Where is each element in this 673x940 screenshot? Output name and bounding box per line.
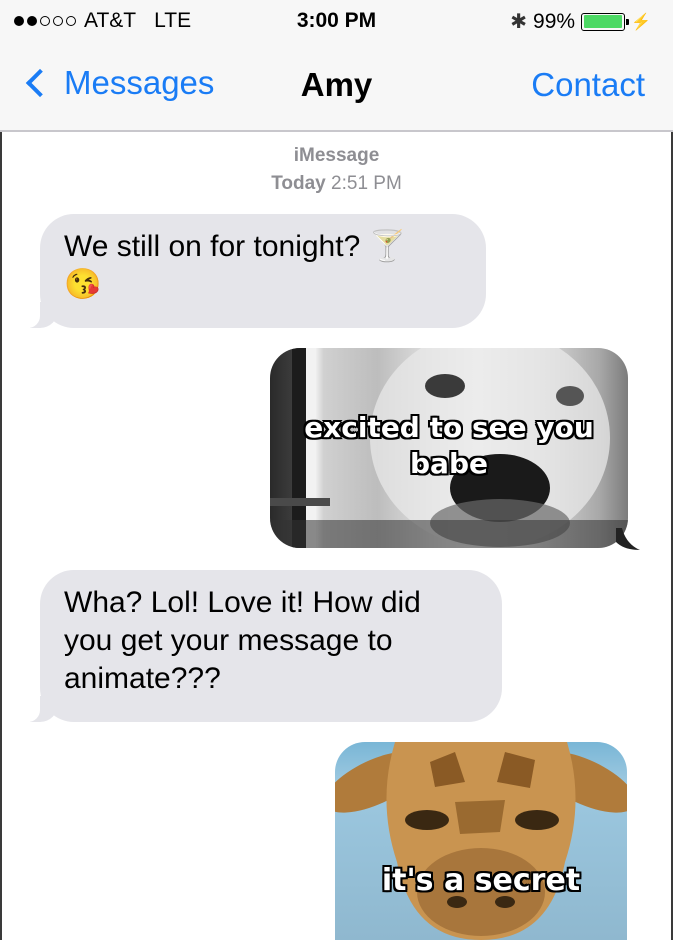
timestamp-time: 2:51 PM: [331, 173, 402, 194]
giraffe-image: [335, 742, 627, 940]
incoming-message-bubble[interactable]: Wha? Lol! Love it! How did you get your …: [20, 570, 502, 722]
outgoing-gif-bubble[interactable]: excited to see you babe: [270, 348, 628, 548]
outgoing-bubble-tail: [616, 528, 640, 550]
gif-caption: excited to see you babe: [270, 410, 628, 482]
service-label: iMessage: [293, 145, 380, 166]
kiss-emoji: 😘: [64, 268, 102, 301]
gif-caption: it's a secret: [381, 863, 581, 898]
battery-icon: [581, 12, 630, 31]
charging-bolt-icon: ⚡: [631, 13, 651, 31]
incoming-message-bubble[interactable]: We still on for tonight? 🍸 😘: [20, 214, 486, 328]
battery-fill: [583, 15, 623, 28]
navigation-bar: Messages Amy Contact: [0, 42, 673, 132]
frame-left-edge: [0, 0, 2, 940]
contact-button[interactable]: Contact: [531, 66, 645, 104]
gif-caption-line: excited to see you: [304, 411, 594, 444]
status-bar: AT&T LTE 3:00 PM ✱ 99% ⚡: [0, 0, 673, 42]
bluetooth-icon: ✱: [510, 11, 528, 33]
timestamp-day: Today: [271, 173, 326, 194]
battery-percent: 99%: [533, 9, 576, 33]
message-text: We still on for tonight? 🍸: [64, 230, 406, 263]
outgoing-gif-bubble[interactable]: it's a secret: [335, 742, 627, 940]
gif-caption-line: babe: [410, 447, 488, 480]
status-right: ✱ 99% ⚡: [510, 9, 651, 34]
timestamp: Today 2:51 PM: [0, 173, 673, 195]
message-text: Wha? Lol! Love it! How did you get your …: [64, 586, 421, 695]
